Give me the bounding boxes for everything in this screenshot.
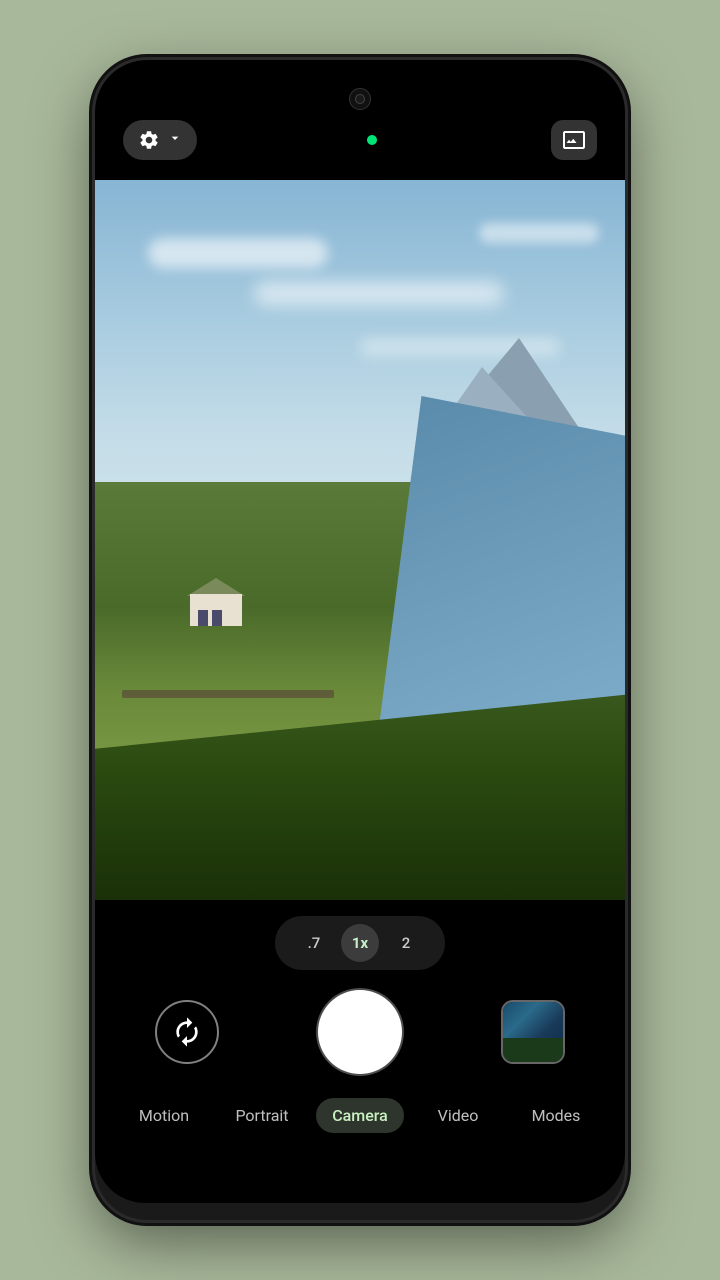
bottom-bar: .7 1x 2: [95, 900, 625, 1153]
thumb-land: [503, 1038, 563, 1062]
top-bar: [95, 60, 625, 180]
tab-modes[interactable]: Modes: [507, 1098, 605, 1133]
zoom-selector: .7 1x 2: [275, 916, 445, 970]
zoom-1x[interactable]: 1x: [341, 924, 379, 962]
zoom-07[interactable]: .7: [295, 924, 333, 962]
tab-video[interactable]: Video: [409, 1098, 507, 1133]
mode-tabs: Motion Portrait Camera Video Modes: [95, 1098, 625, 1153]
house-door-left: [198, 610, 208, 626]
phone-shell: .7 1x 2: [95, 60, 625, 1220]
shutter-inner: [324, 996, 396, 1068]
cloud-1: [148, 238, 328, 268]
gallery-button[interactable]: [551, 120, 597, 160]
cloud-2: [254, 281, 504, 306]
front-camera-dot: [355, 94, 365, 104]
shutter-row: [95, 990, 625, 1074]
front-camera: [349, 88, 371, 110]
settings-button[interactable]: [123, 120, 197, 160]
shutter-button[interactable]: [318, 990, 402, 1074]
house-body: [190, 594, 242, 626]
indicator-dot: [367, 135, 377, 145]
cloud-3: [479, 223, 599, 243]
settings-icon: [137, 128, 161, 152]
zoom-2x[interactable]: 2: [387, 924, 425, 962]
tab-camera[interactable]: Camera: [311, 1098, 409, 1133]
house-door-right: [212, 610, 222, 626]
stone-wall: [122, 690, 334, 698]
flip-camera-button[interactable]: [155, 1000, 219, 1064]
chevron-down-icon: [167, 130, 183, 150]
house: [190, 594, 242, 626]
camera-scene: [95, 180, 625, 900]
tab-portrait[interactable]: Portrait: [213, 1098, 311, 1133]
gallery-thumb-image: [503, 1002, 563, 1062]
phone-bottom: [95, 1153, 625, 1203]
tab-motion[interactable]: Motion: [115, 1098, 213, 1133]
viewfinder[interactable]: [95, 180, 625, 900]
gallery-thumbnail[interactable]: [501, 1000, 565, 1064]
